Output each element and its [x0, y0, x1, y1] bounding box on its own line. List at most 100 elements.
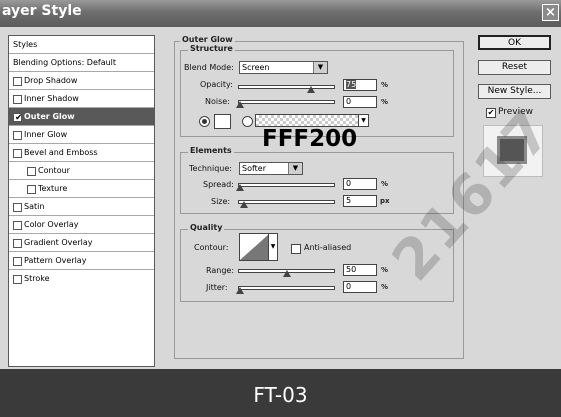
outer-glow-label: Outer Glow — [24, 112, 75, 121]
style-item-stroke[interactable]: Stroke — [9, 270, 154, 288]
gradient-overlay-checkbox[interactable] — [13, 239, 22, 248]
size-slider[interactable] — [238, 200, 335, 204]
styles-list: Styles Blending Options: Default Drop Sh… — [8, 35, 155, 367]
style-item-inner-shadow[interactable]: Inner Shadow — [9, 90, 154, 108]
size-unit: px — [380, 197, 390, 205]
style-item-bevel-emboss[interactable]: Bevel and Emboss — [9, 144, 154, 162]
close-button[interactable]: × — [542, 4, 559, 21]
title-bar: ayer Style × — [0, 0, 561, 27]
texture-checkbox[interactable] — [27, 185, 36, 194]
inner-shadow-checkbox[interactable] — [13, 95, 22, 104]
opacity-input[interactable]: 75 — [343, 79, 377, 91]
style-item-color-overlay[interactable]: Color Overlay — [9, 216, 154, 234]
checkmark-icon: ✔ — [15, 113, 23, 123]
styles-header-label: Styles — [13, 40, 38, 49]
spread-input[interactable]: 0 — [343, 178, 377, 190]
jitter-unit: % — [381, 283, 389, 291]
noise-label: Noise: — [205, 97, 230, 106]
size-input[interactable]: 5 — [343, 195, 377, 207]
noise-slider[interactable] — [238, 100, 335, 104]
blending-options-item[interactable]: Blending Options: Default — [9, 54, 154, 72]
gradient-radio[interactable] — [242, 116, 253, 127]
gradient-overlay-label: Gradient Overlay — [24, 238, 93, 247]
satin-checkbox[interactable] — [13, 203, 22, 212]
new-style-button[interactable]: New Style... — [478, 84, 551, 99]
preview-checkbox[interactable]: ✔ — [486, 108, 496, 118]
glow-color-swatch[interactable] — [214, 114, 231, 129]
style-item-satin[interactable]: Satin — [9, 198, 154, 216]
color-code-overlay: FFF200 — [262, 126, 358, 152]
inner-shadow-label: Inner Shadow — [24, 94, 79, 103]
range-slider-handle[interactable] — [283, 270, 291, 277]
jitter-slider[interactable] — [238, 286, 335, 290]
styles-header[interactable]: Styles — [9, 36, 154, 54]
style-item-contour[interactable]: Contour — [9, 162, 154, 180]
anti-aliased-label: Anti-aliased — [304, 243, 352, 252]
jitter-slider-handle[interactable] — [236, 287, 244, 294]
bevel-emboss-label: Bevel and Emboss — [24, 148, 98, 157]
caption-bar: FT-03 — [0, 369, 561, 417]
caption-text: FT-03 — [253, 383, 308, 407]
outer-glow-checkbox[interactable]: ✔ — [13, 113, 23, 123]
inner-glow-label: Inner Glow — [24, 130, 68, 139]
quality-title: Quality — [188, 223, 225, 232]
linear-contour-icon — [240, 234, 269, 260]
pattern-overlay-checkbox[interactable] — [13, 257, 22, 266]
style-item-gradient-overlay[interactable]: Gradient Overlay — [9, 234, 154, 252]
stroke-label: Stroke — [24, 274, 50, 283]
style-item-outer-glow[interactable]: ✔ Outer Glow — [9, 108, 154, 126]
contour-label: Contour: — [194, 243, 229, 252]
texture-label: Texture — [38, 184, 68, 193]
drop-shadow-checkbox[interactable] — [13, 77, 22, 86]
blend-mode-value: Screen — [242, 63, 270, 72]
drop-shadow-label: Drop Shadow — [24, 76, 78, 85]
solid-color-radio[interactable] — [199, 116, 210, 127]
color-overlay-label: Color Overlay — [24, 220, 79, 229]
chevron-down-icon: ▼ — [358, 115, 368, 126]
window-title: ayer Style — [2, 3, 82, 19]
stroke-checkbox[interactable] — [13, 275, 22, 284]
bevel-emboss-checkbox[interactable] — [13, 149, 22, 158]
style-item-drop-shadow[interactable]: Drop Shadow — [9, 72, 154, 90]
opacity-slider-handle[interactable] — [307, 86, 315, 93]
structure-title: Structure — [188, 44, 235, 53]
jitter-label: Jitter: — [206, 283, 228, 292]
color-overlay-checkbox[interactable] — [13, 221, 22, 230]
range-input[interactable]: 50 — [343, 264, 377, 276]
opacity-slider[interactable] — [238, 85, 335, 89]
blend-mode-label: Blend Mode: — [184, 63, 234, 72]
spread-unit: % — [381, 180, 389, 188]
chevron-down-icon: ▼ — [288, 163, 302, 174]
pattern-overlay-label: Pattern Overlay — [24, 256, 87, 265]
blend-mode-select[interactable]: Screen ▼ — [239, 61, 328, 74]
blending-options-label: Blending Options: Default — [13, 58, 117, 67]
contour-checkbox[interactable] — [27, 167, 36, 176]
jitter-input[interactable]: 0 — [343, 281, 377, 293]
spread-slider[interactable] — [238, 183, 335, 187]
inner-glow-checkbox[interactable] — [13, 131, 22, 140]
technique-value: Softer — [242, 164, 266, 173]
satin-label: Satin — [24, 202, 45, 211]
reset-button[interactable]: Reset — [478, 60, 551, 75]
outer-glow-title: Outer Glow — [180, 35, 235, 44]
spread-slider-handle[interactable] — [236, 184, 244, 191]
style-item-texture[interactable]: Texture — [9, 180, 154, 198]
noise-slider-handle[interactable] — [236, 101, 244, 108]
contour-picker[interactable] — [239, 233, 270, 261]
ok-button[interactable]: OK — [478, 35, 551, 50]
size-label: Size: — [211, 197, 231, 206]
style-item-pattern-overlay[interactable]: Pattern Overlay — [9, 252, 154, 270]
technique-select[interactable]: Softer ▼ — [239, 162, 303, 175]
chevron-down-icon: ▼ — [313, 62, 327, 73]
technique-label: Technique: — [189, 164, 232, 173]
size-slider-handle[interactable] — [240, 201, 248, 208]
range-unit: % — [381, 266, 389, 274]
contour-label: Contour — [38, 166, 70, 175]
contour-dropdown-arrow[interactable]: ▼ — [268, 233, 278, 261]
anti-aliased-checkbox[interactable] — [291, 244, 301, 254]
opacity-unit: % — [381, 81, 389, 89]
elements-title: Elements — [188, 146, 234, 155]
noise-input[interactable]: 0 — [343, 96, 377, 108]
style-item-inner-glow[interactable]: Inner Glow — [9, 126, 154, 144]
spread-label: Spread: — [203, 180, 234, 189]
